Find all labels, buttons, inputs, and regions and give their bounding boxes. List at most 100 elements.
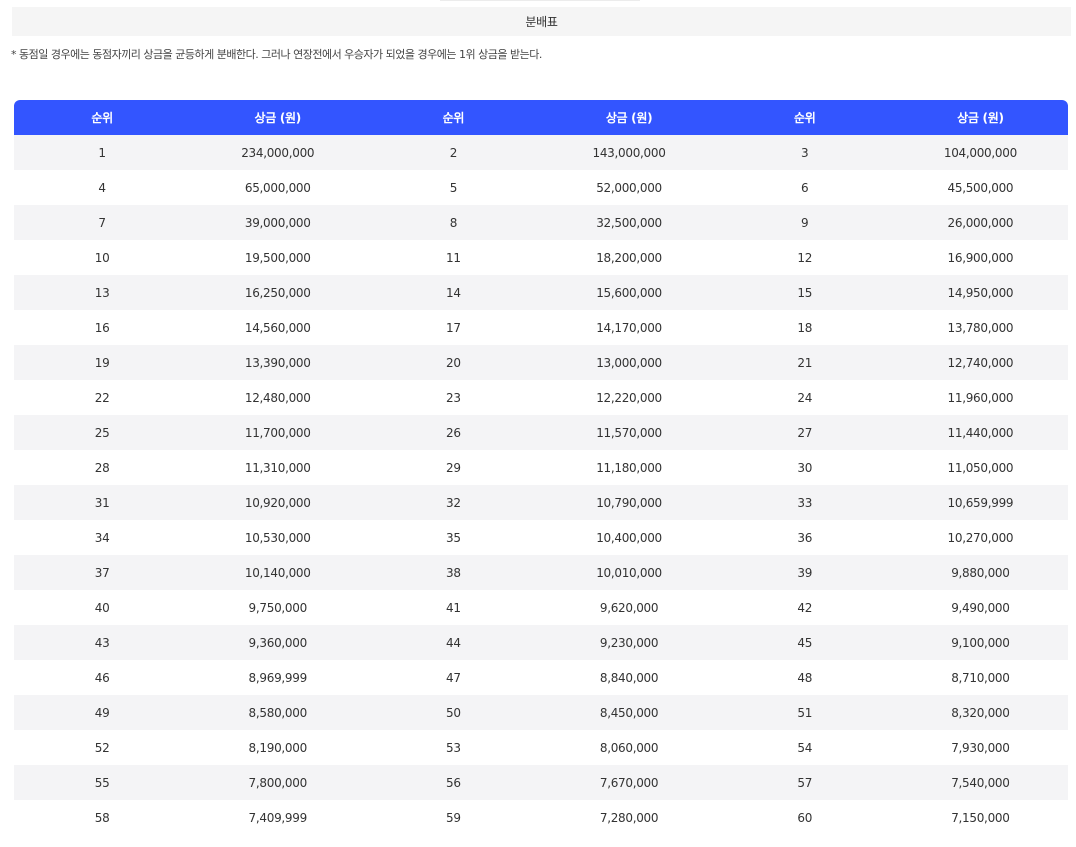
- table-row: 10 19,500,000 11 18,200,000 12 16,900,000: [14, 240, 1068, 275]
- prize-cell: 18,200,000: [541, 240, 717, 275]
- rank-cell: 28: [14, 450, 191, 485]
- prize-cell: 16,250,000: [190, 275, 366, 310]
- prize-cell: 13,390,000: [190, 345, 366, 380]
- prize-cell: 39,000,000: [190, 205, 366, 240]
- prize-cell: 10,140,000: [190, 555, 366, 590]
- rank-cell: 9: [716, 205, 893, 240]
- rank-cell: 3: [716, 135, 893, 170]
- prize-cell: 11,960,000: [892, 380, 1068, 415]
- prize-cell: 52,000,000: [541, 170, 717, 205]
- prize-cell: 8,190,000: [190, 730, 366, 765]
- table-row: 49 8,580,000 50 8,450,000 51 8,320,000: [14, 695, 1068, 730]
- prize-cell: 234,000,000: [190, 135, 366, 170]
- prize-cell: 8,060,000: [541, 730, 717, 765]
- prize-cell: 9,880,000: [892, 555, 1068, 590]
- header-rank: 순위: [14, 100, 191, 135]
- rank-cell: 14: [365, 275, 542, 310]
- rank-cell: 39: [716, 555, 893, 590]
- rank-cell: 43: [14, 625, 191, 660]
- prize-cell: 14,950,000: [892, 275, 1068, 310]
- prize-cell: 10,270,000: [892, 520, 1068, 555]
- prize-cell: 11,310,000: [190, 450, 366, 485]
- rank-cell: 53: [365, 730, 542, 765]
- prize-cell: 9,100,000: [892, 625, 1068, 660]
- rank-cell: 11: [365, 240, 542, 275]
- rank-cell: 45: [716, 625, 893, 660]
- rank-cell: 32: [365, 485, 542, 520]
- rank-cell: 23: [365, 380, 542, 415]
- rank-cell: 34: [14, 520, 191, 555]
- rank-cell: 13: [14, 275, 191, 310]
- table-row: 46 8,969,999 47 8,840,000 48 8,710,000: [14, 660, 1068, 695]
- rank-cell: 59: [365, 800, 542, 835]
- table-row: 55 7,800,000 56 7,670,000 57 7,540,000: [14, 765, 1068, 800]
- rank-cell: 8: [365, 205, 542, 240]
- prize-cell: 8,840,000: [541, 660, 717, 695]
- table-row: 31 10,920,000 32 10,790,000 33 10,659,999: [14, 485, 1068, 520]
- rank-cell: 37: [14, 555, 191, 590]
- rank-cell: 57: [716, 765, 893, 800]
- prize-distribution-table: 순위 상금 (원) 순위 상금 (원) 순위 상금 (원) 1 234,000,0…: [14, 100, 1068, 835]
- table-row: 19 13,390,000 20 13,000,000 21 12,740,000: [14, 345, 1068, 380]
- rank-cell: 42: [716, 590, 893, 625]
- prize-cell: 10,659,999: [892, 485, 1068, 520]
- prize-cell: 11,440,000: [892, 415, 1068, 450]
- rank-cell: 26: [365, 415, 542, 450]
- rank-cell: 55: [14, 765, 191, 800]
- rank-cell: 38: [365, 555, 542, 590]
- rank-cell: 19: [14, 345, 191, 380]
- table-row: 13 16,250,000 14 15,600,000 15 14,950,000: [14, 275, 1068, 310]
- rank-cell: 25: [14, 415, 191, 450]
- rank-cell: 50: [365, 695, 542, 730]
- top-divider: [440, 0, 640, 1]
- rank-cell: 1: [14, 135, 191, 170]
- prize-cell: 10,790,000: [541, 485, 717, 520]
- rank-cell: 2: [365, 135, 542, 170]
- prize-cell: 15,600,000: [541, 275, 717, 310]
- rank-cell: 18: [716, 310, 893, 345]
- rank-cell: 46: [14, 660, 191, 695]
- prize-cell: 10,400,000: [541, 520, 717, 555]
- prize-cell: 12,480,000: [190, 380, 366, 415]
- rank-cell: 21: [716, 345, 893, 380]
- rank-cell: 49: [14, 695, 191, 730]
- prize-cell: 19,500,000: [190, 240, 366, 275]
- rank-cell: 7: [14, 205, 191, 240]
- prize-cell: 11,700,000: [190, 415, 366, 450]
- header-rank: 순위: [365, 100, 542, 135]
- header-rank: 순위: [716, 100, 893, 135]
- rank-cell: 29: [365, 450, 542, 485]
- prize-cell: 8,580,000: [190, 695, 366, 730]
- rank-cell: 10: [14, 240, 191, 275]
- rank-cell: 44: [365, 625, 542, 660]
- prize-cell: 7,409,999: [190, 800, 366, 835]
- rank-cell: 40: [14, 590, 191, 625]
- prize-cell: 8,320,000: [892, 695, 1068, 730]
- rank-cell: 20: [365, 345, 542, 380]
- rank-cell: 41: [365, 590, 542, 625]
- header-row: 순위 상금 (원) 순위 상금 (원) 순위 상금 (원): [14, 100, 1068, 135]
- rank-cell: 12: [716, 240, 893, 275]
- rank-cell: 56: [365, 765, 542, 800]
- header-prize: 상금 (원): [541, 100, 717, 135]
- prize-cell: 26,000,000: [892, 205, 1068, 240]
- prize-cell: 7,670,000: [541, 765, 717, 800]
- rank-cell: 36: [716, 520, 893, 555]
- prize-cell: 8,710,000: [892, 660, 1068, 695]
- prize-cell: 10,010,000: [541, 555, 717, 590]
- prize-cell: 7,930,000: [892, 730, 1068, 765]
- rank-cell: 5: [365, 170, 542, 205]
- rank-cell: 47: [365, 660, 542, 695]
- table-row: 4 65,000,000 5 52,000,000 6 45,500,000: [14, 170, 1068, 205]
- prize-cell: 11,570,000: [541, 415, 717, 450]
- prize-cell: 9,750,000: [190, 590, 366, 625]
- prize-cell: 104,000,000: [892, 135, 1068, 170]
- table-row: 28 11,310,000 29 11,180,000 30 11,050,000: [14, 450, 1068, 485]
- rank-cell: 22: [14, 380, 191, 415]
- prize-cell: 14,560,000: [190, 310, 366, 345]
- prize-cell: 13,000,000: [541, 345, 717, 380]
- prize-cell: 9,360,000: [190, 625, 366, 660]
- table-row: 34 10,530,000 35 10,400,000 36 10,270,000: [14, 520, 1068, 555]
- prize-cell: 8,450,000: [541, 695, 717, 730]
- distribution-note: * 동점일 경우에는 동점자끼리 상금을 균등하게 분배한다. 그러나 연장전에…: [11, 48, 542, 61]
